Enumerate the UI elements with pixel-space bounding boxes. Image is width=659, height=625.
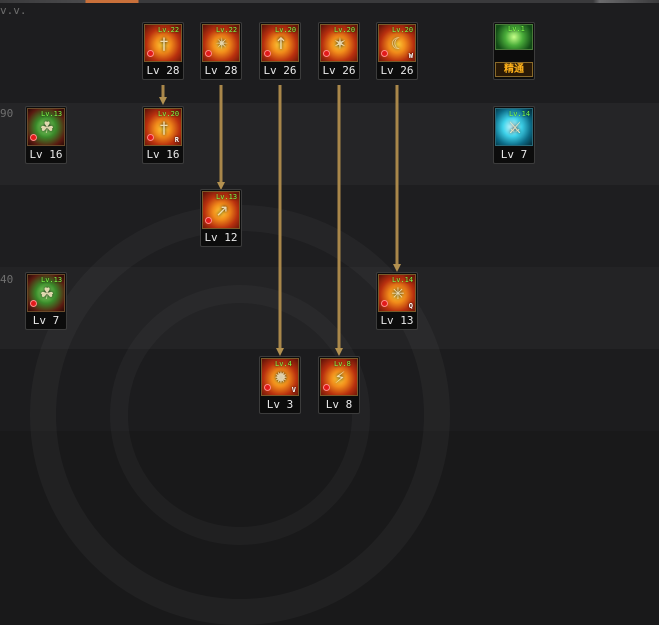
- skill-icon[interactable]: ⚔ Lv.14: [495, 108, 533, 146]
- red-indicator-icon: [323, 50, 330, 57]
- skill-required-level: Lv.14: [509, 110, 531, 118]
- skill-slot[interactable]: † Lv.22 Lv 28: [142, 22, 184, 80]
- red-indicator-icon: [205, 50, 212, 57]
- skill-key-letter: V: [291, 386, 296, 394]
- skill-level-label: Lv 26: [380, 64, 414, 77]
- skill-slot[interactable]: ⚔ Lv.14 Lv 7: [493, 106, 535, 164]
- skill-icon[interactable]: ✳ Lv.14 Q: [378, 274, 416, 312]
- skill-icon[interactable]: ✹ Lv.4 V: [261, 358, 299, 396]
- skill-icon[interactable]: ☘ Lv.13: [27, 274, 65, 312]
- skill-slot[interactable]: ☾ Lv.20 W Lv 26: [376, 22, 418, 80]
- skill-icon[interactable]: ✶ Lv.20: [320, 24, 358, 62]
- red-indicator-icon: [381, 300, 388, 307]
- skill-required-level: Lv.20: [334, 26, 356, 34]
- skill-required-level: Lv.13: [41, 276, 63, 284]
- skill-slot[interactable]: ☘ Lv.13 Lv 7: [25, 272, 67, 330]
- skill-required-level: Lv.14: [392, 276, 414, 284]
- skill-level-label: Lv 16: [29, 148, 63, 161]
- skill-slot[interactable]: ↑ Lv.20 Lv 26: [259, 22, 301, 80]
- red-indicator-icon: [147, 50, 154, 57]
- skill-required-level: Lv.20: [275, 26, 297, 34]
- red-indicator-icon: [323, 384, 330, 391]
- mastery-label: 精通: [495, 62, 533, 77]
- skill-level-label: Lv 8: [325, 398, 353, 411]
- skill-required-level: Lv.20: [158, 110, 180, 118]
- skill-required-level: Lv.4: [275, 360, 292, 368]
- skill-required-level: Lv.22: [158, 26, 180, 34]
- skill-icon[interactable]: † Lv.22: [144, 24, 182, 62]
- skill-slot[interactable]: ✴ Lv.22 Lv 28: [200, 22, 242, 80]
- skill-icon[interactable]: ☾ Lv.20 W: [378, 24, 416, 62]
- red-indicator-icon: [30, 134, 37, 141]
- red-indicator-icon: [264, 384, 271, 391]
- skill-level-label: Lv 26: [322, 64, 356, 77]
- skill-icon[interactable]: † Lv.20 R: [144, 108, 182, 146]
- skill-level-label: Lv 7: [500, 148, 528, 161]
- skill-level-label: Lv 16: [146, 148, 180, 161]
- skill-level-label: Lv 3: [266, 398, 294, 411]
- red-indicator-icon: [264, 50, 271, 57]
- skill-slot[interactable]: ✶ Lv.20 Lv 26: [318, 22, 360, 80]
- skill-slot[interactable]: ↗ Lv.13 Lv 12: [200, 189, 242, 247]
- skill-required-level: Lv.20: [392, 26, 414, 34]
- skill-level-label: Lv 28: [204, 64, 238, 77]
- red-indicator-icon: [205, 217, 212, 224]
- skill-level-label: Lv 26: [263, 64, 297, 77]
- skill-level-label: Lv 7: [32, 314, 60, 327]
- skill-required-level: Lv.8: [334, 360, 351, 368]
- skill-key-letter: W: [408, 52, 413, 60]
- skill-slot[interactable]: ⚡ Lv.8 Lv 8: [318, 356, 360, 414]
- red-indicator-icon: [381, 50, 388, 57]
- mastery-required-level: Lv.1: [508, 25, 525, 33]
- mastery-skill-slot[interactable]: Lv.1 精通: [493, 22, 535, 80]
- skill-slot[interactable]: † Lv.20 R Lv 16: [142, 106, 184, 164]
- skill-level-label: Lv 13: [380, 314, 414, 327]
- skill-level-label: Lv 28: [146, 64, 180, 77]
- skill-icon[interactable]: ↗ Lv.13: [202, 191, 240, 229]
- skill-key-letter: Q: [408, 302, 413, 310]
- skill-required-level: Lv.22: [216, 26, 238, 34]
- skill-slot[interactable]: ✹ Lv.4 V Lv 3: [259, 356, 301, 414]
- skill-icon[interactable]: ✴ Lv.22: [202, 24, 240, 62]
- skill-level-label: Lv 12: [204, 231, 238, 244]
- red-indicator-icon: [147, 134, 154, 141]
- skill-key-letter: R: [174, 136, 179, 144]
- skill-icon[interactable]: ↑ Lv.20: [261, 24, 299, 62]
- red-indicator-icon: [30, 300, 37, 307]
- skill-slot[interactable]: ☘ Lv.13 Lv 16: [25, 106, 67, 164]
- skill-icon[interactable]: ⚡ Lv.8: [320, 358, 358, 396]
- skill-required-level: Lv.13: [216, 193, 238, 201]
- skill-required-level: Lv.13: [41, 110, 63, 118]
- skill-slot[interactable]: ✳ Lv.14 Q Lv 13: [376, 272, 418, 330]
- skill-icon[interactable]: ☘ Lv.13: [27, 108, 65, 146]
